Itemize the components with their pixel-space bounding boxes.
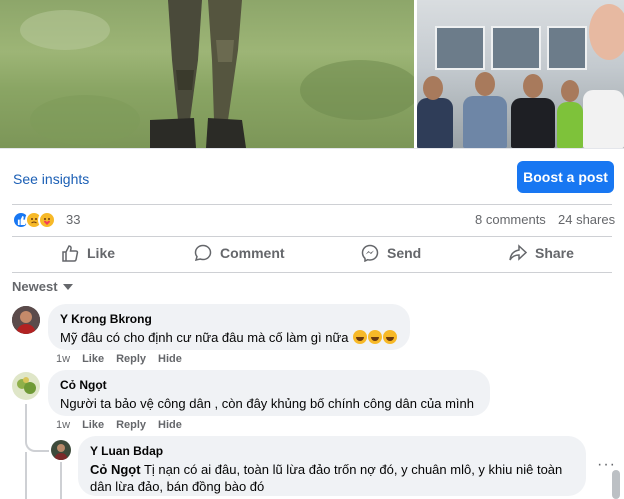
reply-thread-line — [25, 404, 49, 452]
laughing-emoji-icon — [368, 330, 383, 344]
post-photo-grid[interactable] — [0, 0, 624, 148]
boost-post-button[interactable]: Boost a post — [517, 161, 614, 193]
comment-button[interactable]: Comment — [194, 244, 285, 262]
comment-button-label: Comment — [220, 245, 285, 261]
laughing-emoji-icon — [383, 330, 398, 344]
shares-count[interactable]: 24 shares — [558, 212, 615, 227]
comment-text-wrap: Mỹ đâu có cho định cư nữa đâu mà cố làm … — [60, 329, 398, 346]
reply-author[interactable]: Y Luan Bdap — [90, 444, 574, 458]
reply-text-wrap: Cỏ Ngọt Tị nạn có ai đâu, toàn lũ lừa đả… — [90, 461, 574, 495]
reaction-icons[interactable] — [12, 211, 56, 229]
like-button-label: Like — [87, 245, 116, 261]
reactions-summary[interactable]: 33 8 comments 24 shares — [0, 204, 624, 236]
avatar[interactable] — [12, 306, 40, 334]
like-icon — [62, 245, 79, 262]
share-button[interactable]: Share — [509, 244, 574, 262]
comment-hide-button[interactable]: Hide — [158, 353, 182, 365]
scrollbar[interactable] — [612, 470, 620, 499]
send-button[interactable]: Send — [361, 244, 421, 262]
chevron-down-icon — [62, 283, 73, 290]
comment-like-button[interactable]: Like — [82, 353, 104, 365]
comment-like-button[interactable]: Like — [82, 419, 104, 431]
comment-meta: 1w Like Reply Hide — [56, 353, 182, 365]
messenger-icon — [361, 244, 379, 262]
see-insights-link[interactable]: See insights — [13, 171, 89, 187]
comment-author[interactable]: Cỏ Ngọt — [60, 378, 478, 392]
comment-sort-label: Newest — [12, 279, 58, 294]
send-button-label: Send — [387, 245, 422, 261]
care-reaction-icon — [38, 211, 56, 229]
comment-bubble: Y Krong Bkrong Mỹ đâu có cho định cư nữa… — [48, 304, 410, 350]
avatar[interactable] — [12, 372, 40, 400]
reply-mention[interactable]: Cỏ Ngọt — [90, 462, 141, 477]
post-photo-right[interactable] — [417, 0, 624, 148]
comment-sort-dropdown[interactable]: Newest — [12, 279, 73, 294]
comment-hide-button[interactable]: Hide — [158, 419, 182, 431]
comment-time[interactable]: 1w — [56, 419, 70, 431]
comment-reply-button[interactable]: Reply — [116, 353, 146, 365]
comment-time[interactable]: 1w — [56, 353, 70, 365]
comment-meta: 1w Like Reply Hide — [56, 419, 182, 431]
comment-icon — [194, 244, 212, 262]
reply-text-line1: Tị nạn có ai đâu, toàn lũ lừa đảo trốn n… — [143, 462, 563, 477]
comment-author[interactable]: Y Krong Bkrong — [60, 312, 398, 326]
comment-reply-button[interactable]: Reply — [116, 419, 146, 431]
comments-count[interactable]: 8 comments — [475, 212, 546, 227]
thread-line — [60, 462, 62, 499]
comment-text: Mỹ đâu có cho định cư nữa đâu mà cố làm … — [60, 330, 349, 345]
reaction-count[interactable]: 33 — [66, 212, 80, 227]
comment-bubble: Cỏ Ngọt Người ta bảo vệ công dân , còn đ… — [48, 370, 490, 416]
laughing-emoji-icon — [353, 330, 368, 344]
reply-bubble: Y Luan Bdap Cỏ Ngọt Tị nạn có ai đâu, to… — [78, 436, 586, 496]
share-button-label: Share — [535, 245, 574, 261]
person-figure — [150, 0, 246, 148]
comment-text: Người ta bảo vệ công dân , còn đây khủng… — [60, 396, 475, 411]
like-button[interactable]: Like — [61, 244, 115, 262]
share-icon — [509, 244, 527, 261]
avatar[interactable] — [51, 440, 71, 460]
reply-text-line2: dân lừa đảo, bán đồng bào đó — [90, 479, 265, 494]
post-photo-left[interactable] — [0, 0, 414, 148]
thread-line — [25, 452, 27, 499]
post-actions: Like Comment Send Share — [0, 237, 624, 271]
divider — [12, 272, 612, 273]
